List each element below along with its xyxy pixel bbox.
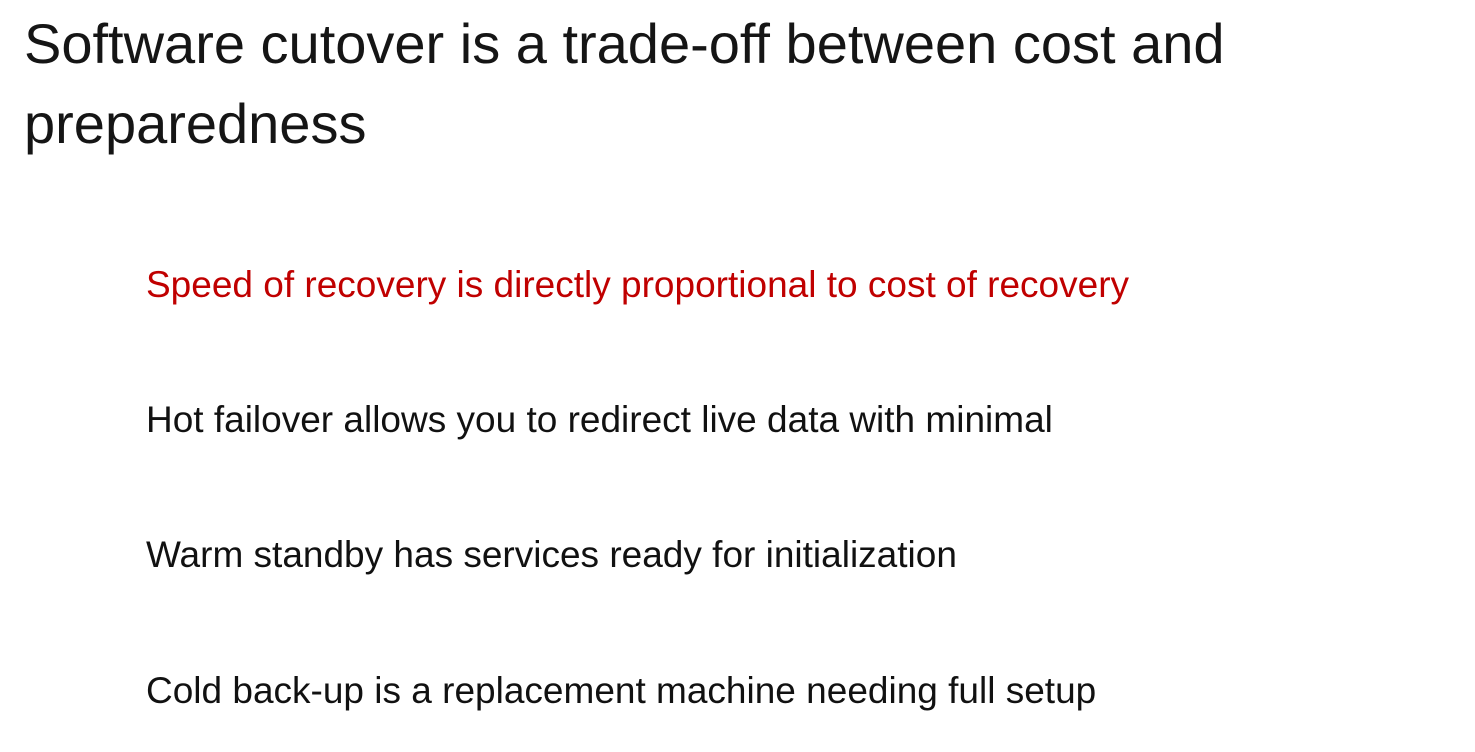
slide: Software cutover is a trade-off between … (0, 0, 1475, 752)
slide-title-line-2: preparedness (24, 92, 367, 155)
slide-title-line-1: Software cutover is a trade-off between … (24, 12, 1225, 75)
bullet-cold-backup: Cold back-up is a replacement machine ne… (146, 670, 1097, 711)
bullet-speed-of-recovery: Speed of recovery is directly proportion… (146, 264, 1130, 305)
bullet-hot-failover: Hot failover allows you to redirect live… (146, 399, 1053, 440)
bullet-warm-standby: Warm standby has services ready for init… (146, 534, 957, 575)
slide-title: Software cutover is a trade-off between … (24, 4, 1464, 164)
